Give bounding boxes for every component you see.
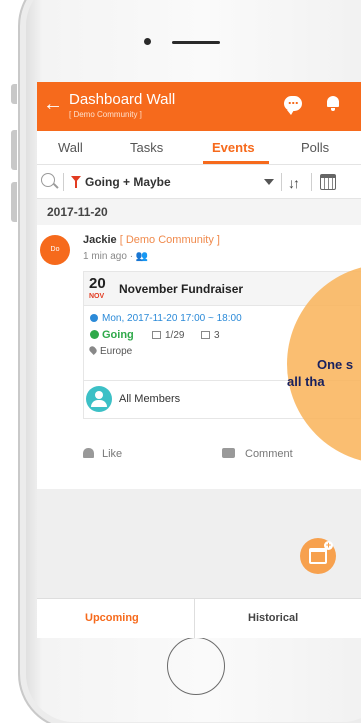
attendee-icon xyxy=(152,331,161,339)
photo-count-text: 3 xyxy=(214,330,220,341)
chat-icon[interactable] xyxy=(284,96,302,115)
divider xyxy=(63,173,64,191)
tab-wall[interactable]: Wall xyxy=(58,140,83,155)
calendar-icon[interactable] xyxy=(320,174,336,190)
tab-tasks[interactable]: Tasks xyxy=(130,140,163,155)
avatar[interactable]: Do xyxy=(40,235,70,265)
audience-label: All Members xyxy=(119,393,181,405)
filter-bar: Going + Maybe ↓↑ xyxy=(37,165,361,199)
event-time-text: Mon, 2017-11-20 17:00 ~ 18:00 xyxy=(102,313,242,324)
like-label: Like xyxy=(102,448,123,460)
earpiece-speaker xyxy=(172,41,220,44)
divider xyxy=(311,173,312,191)
comment-label: Comment xyxy=(245,448,293,460)
sort-icon[interactable]: ↓↑ xyxy=(288,175,300,191)
comment-icon xyxy=(222,448,235,458)
clock-icon xyxy=(90,314,98,322)
event-location: Europe xyxy=(88,345,133,357)
community-subtitle: [ Demo Community ] xyxy=(69,110,142,119)
date-label: 2017-11-20 xyxy=(47,205,108,219)
volume-up-button xyxy=(11,130,17,170)
filter-select[interactable]: Going + Maybe xyxy=(85,175,171,189)
attendance-text: 1/29 xyxy=(165,330,185,341)
like-button[interactable]: Like xyxy=(83,448,122,460)
tab-bar: Wall Tasks Events Polls xyxy=(37,131,361,165)
comment-button[interactable]: Comment xyxy=(222,448,293,460)
app-header: ← Dashboard Wall [ Demo Community ] xyxy=(37,82,361,131)
post-author: Jackie [ Demo Community ] xyxy=(83,234,220,246)
heart-icon xyxy=(83,448,94,458)
tab-polls[interactable]: Polls xyxy=(301,140,329,155)
check-circle-icon xyxy=(90,330,99,339)
volume-down-button xyxy=(11,182,17,222)
active-tab-indicator xyxy=(203,161,269,164)
search-icon[interactable] xyxy=(41,173,55,187)
event-location-text: Europe xyxy=(100,346,133,357)
rsvp-status-text: Going xyxy=(102,329,134,341)
bottom-tab-bar: Upcoming Historical xyxy=(37,598,361,638)
event-day: 20 xyxy=(89,275,106,292)
promo-text-line2: all tha xyxy=(287,374,325,389)
divider xyxy=(281,173,282,191)
attendance-count: 1/29 xyxy=(152,330,184,341)
tab-upcoming[interactable]: Upcoming xyxy=(85,612,139,624)
post-meta: 1 min ago · 👥 xyxy=(83,251,149,262)
divider xyxy=(194,599,195,638)
group-icon xyxy=(86,386,112,412)
event-title[interactable]: November Fundraiser xyxy=(119,282,243,296)
author-name[interactable]: Jackie xyxy=(83,234,117,246)
funnel-icon xyxy=(71,176,81,188)
date-header: 2017-11-20 xyxy=(37,199,361,225)
add-event-icon xyxy=(309,548,327,564)
author-community[interactable]: [ Demo Community ] xyxy=(120,234,220,246)
bell-icon[interactable] xyxy=(326,95,340,111)
arrow-left-icon[interactable]: ← xyxy=(43,94,63,114)
front-camera xyxy=(144,38,151,45)
event-month: NOV xyxy=(89,293,105,300)
add-event-button[interactable]: + xyxy=(300,538,336,574)
rsvp-status[interactable]: Going xyxy=(90,329,134,341)
plus-icon: + xyxy=(324,540,333,550)
map-pin-icon xyxy=(88,345,98,355)
mute-switch xyxy=(11,84,17,104)
tab-historical[interactable]: Historical xyxy=(248,612,298,624)
photo-count: 3 xyxy=(201,330,220,341)
chevron-down-icon[interactable] xyxy=(264,179,274,185)
device-frame: ← Dashboard Wall [ Demo Community ] Wall… xyxy=(0,0,361,723)
image-icon xyxy=(201,331,210,339)
tab-events[interactable]: Events xyxy=(212,140,255,155)
home-button[interactable] xyxy=(167,637,225,695)
promo-text-line1: One s xyxy=(317,357,354,372)
page-title: Dashboard Wall xyxy=(69,91,176,108)
event-time: Mon, 2017-11-20 17:00 ~ 18:00 xyxy=(90,313,242,324)
